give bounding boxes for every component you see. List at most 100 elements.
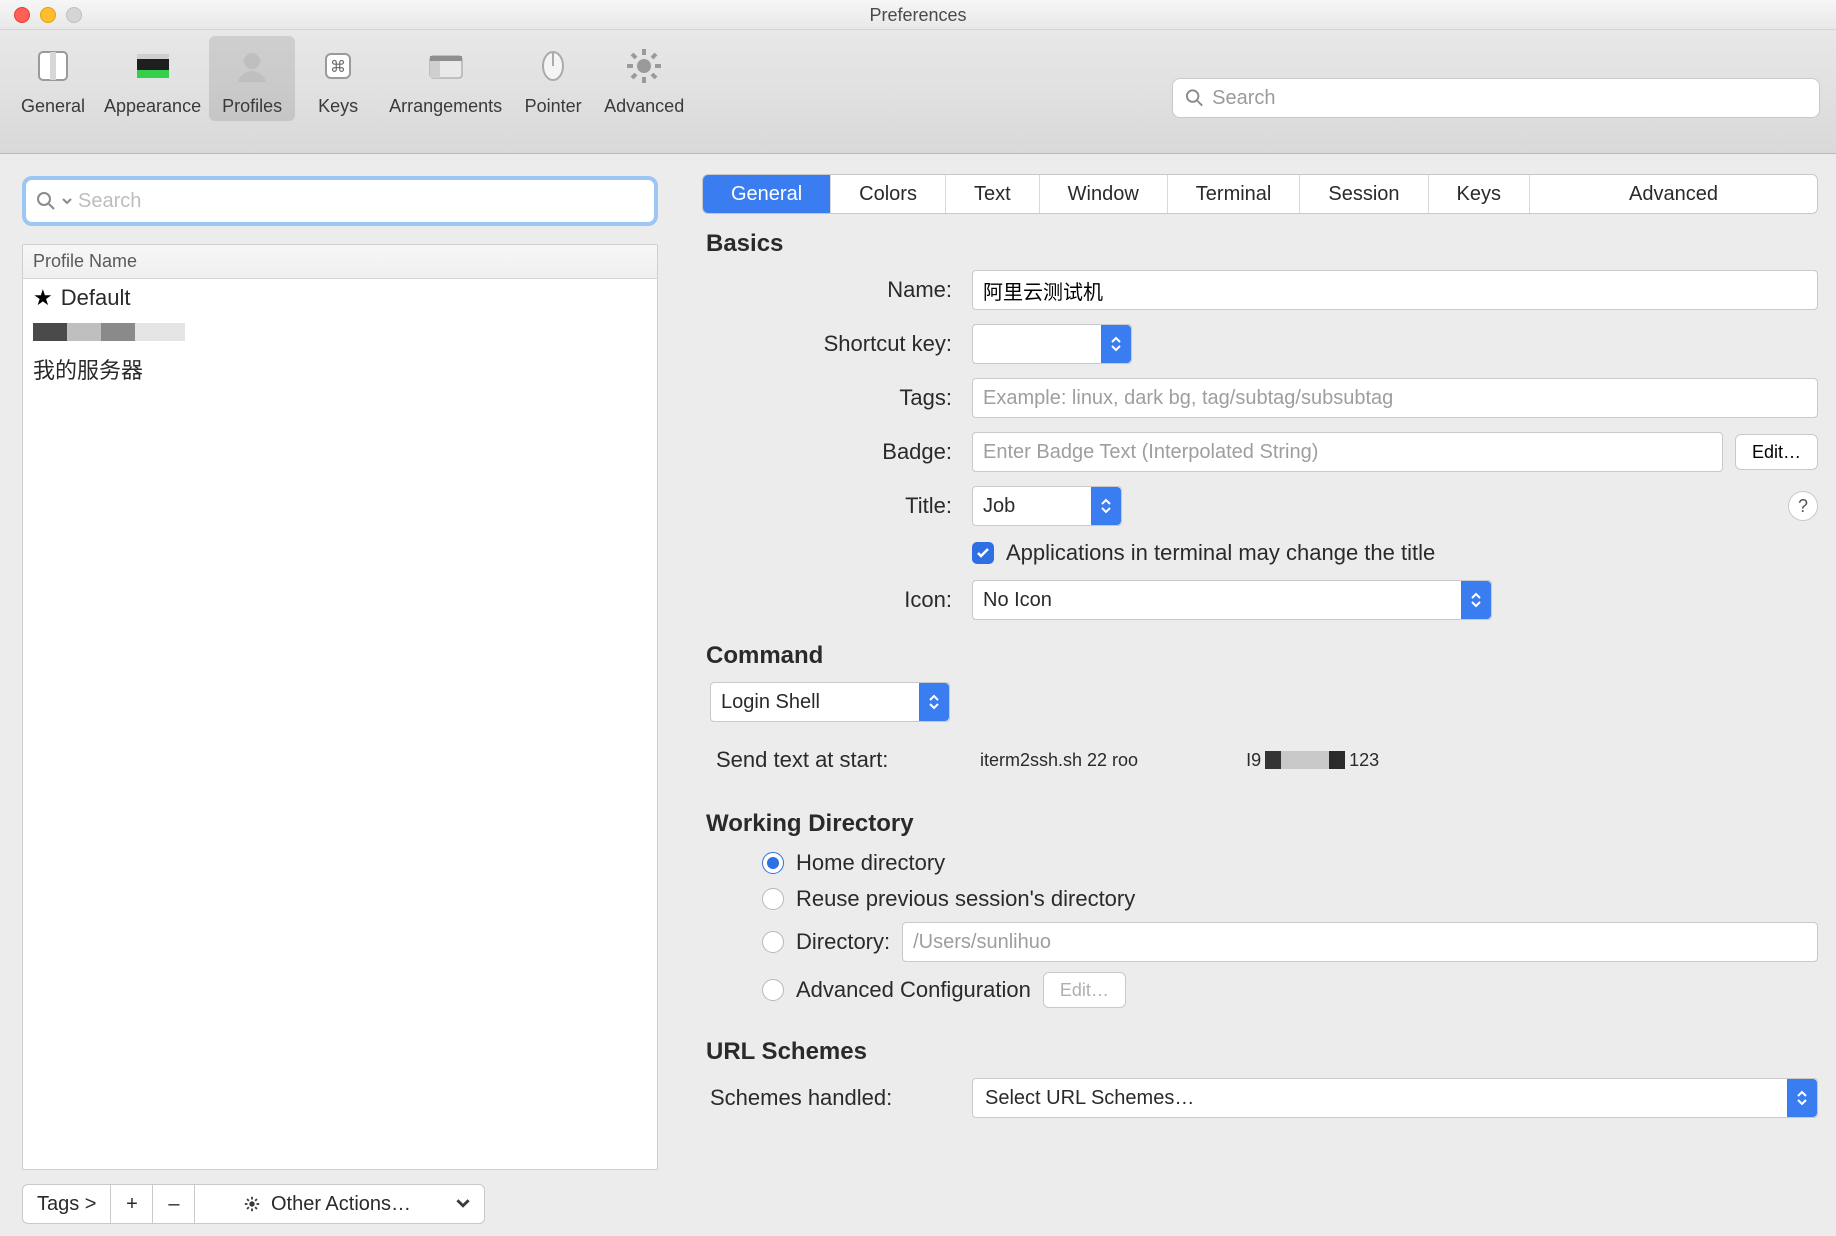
subtab-general[interactable]: General: [703, 175, 831, 213]
toolbar-label: Appearance: [104, 96, 201, 117]
workdir-radio-home[interactable]: [762, 852, 784, 874]
shortcut-label: Shortcut key:: [702, 331, 952, 357]
toolbar-search[interactable]: [1172, 78, 1820, 118]
workdir-label: Home directory: [796, 850, 945, 876]
toolbar-label: General: [18, 96, 88, 117]
subtab-keys[interactable]: Keys: [1429, 175, 1530, 213]
chevron-down-icon: [62, 196, 72, 206]
section-title-command: Command: [706, 642, 1818, 670]
workdir-label: Reuse previous session's directory: [796, 886, 1135, 912]
toolbar-label: Profiles: [217, 96, 287, 117]
tags-input[interactable]: [972, 378, 1818, 418]
workdir-label: Directory:: [796, 929, 890, 955]
send-text-label: Send text at start:: [710, 747, 960, 773]
icon-value: No Icon: [983, 589, 1052, 612]
icon-select[interactable]: No Icon: [972, 580, 1492, 620]
profiles-list: Profile Name ★ Default 我的服务器: [22, 244, 658, 1170]
other-actions-label: Other Actions…: [271, 1193, 411, 1216]
profile-row-label: 我的服务器: [33, 353, 143, 385]
send-text-input[interactable]: iterm2ssh.sh 22 roo I9 123: [980, 738, 1818, 782]
section-title-basics: Basics: [706, 230, 1818, 258]
titlebar: Preferences: [0, 0, 1836, 30]
workdir-label: Advanced Configuration: [796, 977, 1031, 1003]
zoom-button[interactable]: [66, 7, 82, 23]
workdir-radio-advanced[interactable]: [762, 979, 784, 1001]
profile-subtabs: General Colors Text Window Terminal Sess…: [702, 174, 1818, 214]
toolbar-item-pointer[interactable]: Pointer: [510, 36, 596, 121]
icon-label: Icon:: [702, 587, 952, 613]
schemes-handled-label: Schemes handled:: [702, 1085, 952, 1111]
workdir-advanced-edit-button[interactable]: Edit…: [1043, 972, 1126, 1008]
toolbar-item-keys[interactable]: ⌘ Keys: [295, 36, 381, 121]
add-profile-button[interactable]: +: [111, 1184, 153, 1224]
command-shell-select[interactable]: Login Shell: [710, 682, 950, 722]
search-icon: [36, 191, 56, 211]
updown-icon: [1091, 487, 1121, 525]
window-title: Preferences: [0, 0, 1836, 30]
svg-text:⌘: ⌘: [330, 59, 346, 76]
profiles-icon: [228, 42, 276, 90]
profiles-footer: Tags > + – Other Actions…: [22, 1184, 658, 1224]
badge-input[interactable]: [972, 432, 1723, 472]
toolbar-item-profiles[interactable]: Profiles: [209, 36, 295, 121]
help-button[interactable]: ?: [1788, 491, 1818, 521]
other-actions-menu[interactable]: Other Actions…: [195, 1184, 485, 1224]
chevron-down-icon: [456, 1193, 470, 1216]
profile-row[interactable]: ★ Default: [23, 279, 657, 317]
toolbar-search-input[interactable]: [1212, 87, 1807, 110]
subtab-advanced[interactable]: Advanced: [1530, 175, 1817, 213]
general-icon: [29, 42, 77, 90]
profile-row[interactable]: 我的服务器: [23, 347, 657, 391]
profiles-list-header: Profile Name: [23, 245, 657, 279]
redacted-label: [33, 323, 185, 341]
badge-label: Badge:: [702, 439, 952, 465]
workdir-radio-reuse[interactable]: [762, 888, 784, 910]
section-title-url: URL Schemes: [706, 1038, 1818, 1066]
profiles-search[interactable]: [22, 176, 658, 226]
close-button[interactable]: [14, 7, 30, 23]
remove-profile-button[interactable]: –: [153, 1184, 195, 1224]
title-change-checkbox[interactable]: [972, 542, 994, 564]
redacted-segment: [1261, 751, 1349, 769]
name-input[interactable]: [972, 270, 1818, 310]
send-text-post: 123: [1349, 750, 1379, 771]
workdir-directory-input[interactable]: [902, 922, 1818, 962]
window-controls: [14, 7, 82, 23]
profile-row[interactable]: [23, 317, 657, 347]
send-text-pre: iterm2ssh.sh 22 roo: [980, 750, 1138, 771]
toolbar-item-advanced[interactable]: Advanced: [596, 36, 692, 121]
subtab-colors[interactable]: Colors: [831, 175, 946, 213]
title-label: Title:: [702, 493, 952, 519]
badge-edit-button[interactable]: Edit…: [1735, 434, 1818, 470]
title-select[interactable]: Job: [972, 486, 1122, 526]
subtab-terminal[interactable]: Terminal: [1168, 175, 1301, 213]
gear-icon: [243, 1195, 261, 1213]
keys-icon: ⌘: [314, 42, 362, 90]
toolbar-item-general[interactable]: General: [10, 36, 96, 121]
preferences-toolbar: General Appearance Profiles ⌘ Keys: [0, 30, 1836, 154]
tags-toggle-button[interactable]: Tags >: [22, 1184, 111, 1224]
subtab-session[interactable]: Session: [1300, 175, 1428, 213]
command-shell-value: Login Shell: [721, 691, 820, 714]
send-text-mid: I9: [1246, 750, 1261, 771]
minimize-button[interactable]: [40, 7, 56, 23]
updown-icon: [1101, 325, 1131, 363]
schemes-handled-value: Select URL Schemes…: [983, 1087, 1194, 1110]
subtab-text[interactable]: Text: [946, 175, 1040, 213]
workdir-radio-directory[interactable]: [762, 931, 784, 953]
toolbar-item-arrangements[interactable]: Arrangements: [381, 36, 510, 121]
arrangements-icon: [422, 42, 470, 90]
title-value: Job: [983, 495, 1015, 518]
shortcut-select[interactable]: [972, 324, 1132, 364]
profiles-search-input[interactable]: [78, 190, 644, 213]
appearance-icon: [129, 42, 177, 90]
schemes-handled-select[interactable]: Select URL Schemes…: [972, 1078, 1818, 1118]
toolbar-label: Advanced: [604, 96, 684, 117]
star-icon: ★: [33, 285, 53, 311]
toolbar-item-appearance[interactable]: Appearance: [96, 36, 209, 121]
profile-detail-panel: General Colors Text Window Terminal Sess…: [680, 154, 1836, 1236]
tags-label: Tags:: [702, 385, 952, 411]
section-title-workdir: Working Directory: [706, 810, 1818, 838]
toolbar-label: Arrangements: [389, 96, 502, 117]
subtab-window[interactable]: Window: [1040, 175, 1168, 213]
